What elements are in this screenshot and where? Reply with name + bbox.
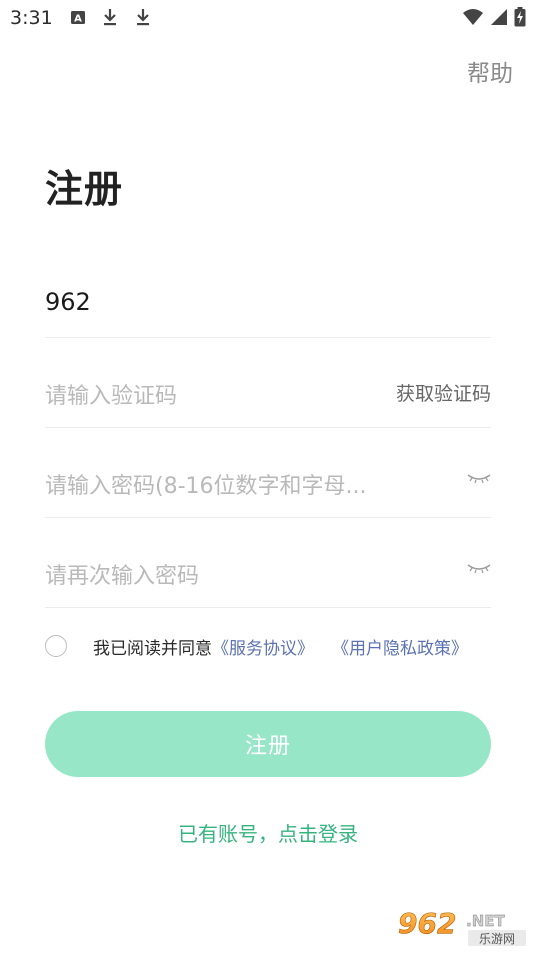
agreement-text: 我已阅读并同意	[93, 638, 212, 659]
agreement-row: 我已阅读并同意 《服务协议》 《用户隐私政策》	[45, 632, 468, 660]
svg-text:A: A	[74, 14, 82, 25]
download-icon	[104, 9, 116, 26]
status-right-icons	[462, 7, 526, 27]
help-link[interactable]: 帮助	[467, 54, 513, 88]
privacy-policy-link[interactable]: 《用户隐私政策》	[332, 634, 468, 659]
register-screen: 3:31 A 帮助 注册 962 请输入验证码 获取验证码 请输入密码(8-16…	[0, 0, 536, 954]
password-input[interactable]: 请输入密码(8-16位数字和字母...	[45, 468, 367, 500]
page-title: 注册	[45, 167, 124, 211]
svg-text:乐游网: 乐游网	[479, 932, 515, 946]
service-agreement-link[interactable]: 《服务协议》	[212, 634, 314, 659]
download-icon	[137, 9, 149, 26]
confirm-password-input[interactable]: 请再次输入密码	[45, 558, 199, 590]
login-link[interactable]: 已有账号，点击登录	[0, 818, 536, 847]
eye-closed-icon[interactable]	[467, 562, 491, 576]
verification-code-field[interactable]: 请输入验证码 获取验证码	[45, 338, 491, 428]
phone-field[interactable]: 962	[45, 248, 491, 338]
password-field[interactable]: 请输入密码(8-16位数字和字母...	[45, 428, 491, 518]
agreement-checkbox[interactable]	[45, 635, 67, 657]
status-bar: 3:31 A	[0, 0, 536, 38]
eye-closed-icon[interactable]	[467, 472, 491, 486]
signal-icon	[491, 9, 507, 25]
battery-charging-icon	[514, 7, 526, 27]
get-code-button[interactable]: 获取验证码	[396, 379, 491, 406]
site-watermark-logo: 962 .NET 乐游网	[398, 907, 526, 946]
verification-code-input[interactable]: 请输入验证码	[45, 378, 177, 410]
a-letter-icon: A	[71, 11, 85, 25]
status-time: 3:31	[10, 7, 53, 29]
wifi-icon	[463, 9, 483, 25]
register-button[interactable]: 注册	[45, 711, 491, 777]
svg-text:962: 962	[398, 907, 456, 940]
confirm-password-field[interactable]: 请再次输入密码	[45, 518, 491, 608]
svg-text:.NET: .NET	[466, 912, 505, 930]
phone-input[interactable]: 962	[45, 288, 91, 316]
